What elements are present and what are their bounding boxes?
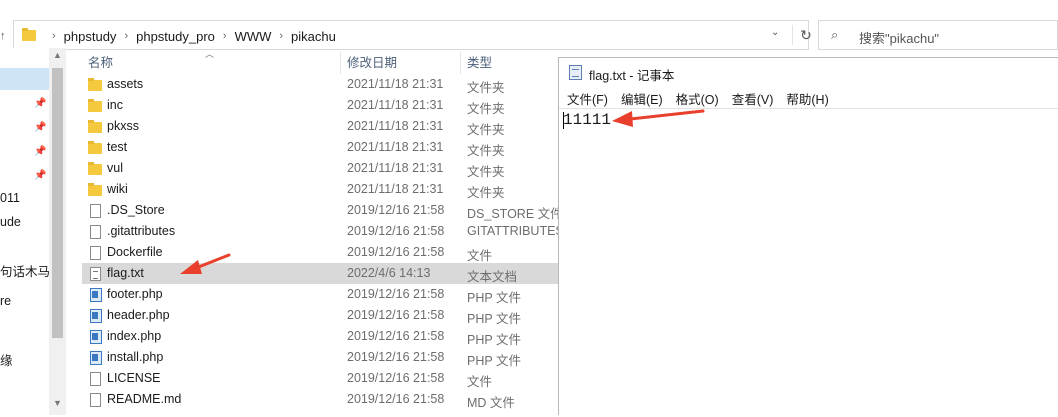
arrow-to-flag-file bbox=[180, 253, 231, 274]
annotation-arrows bbox=[180, 109, 705, 274]
arrow-to-flag-content bbox=[612, 109, 705, 127]
